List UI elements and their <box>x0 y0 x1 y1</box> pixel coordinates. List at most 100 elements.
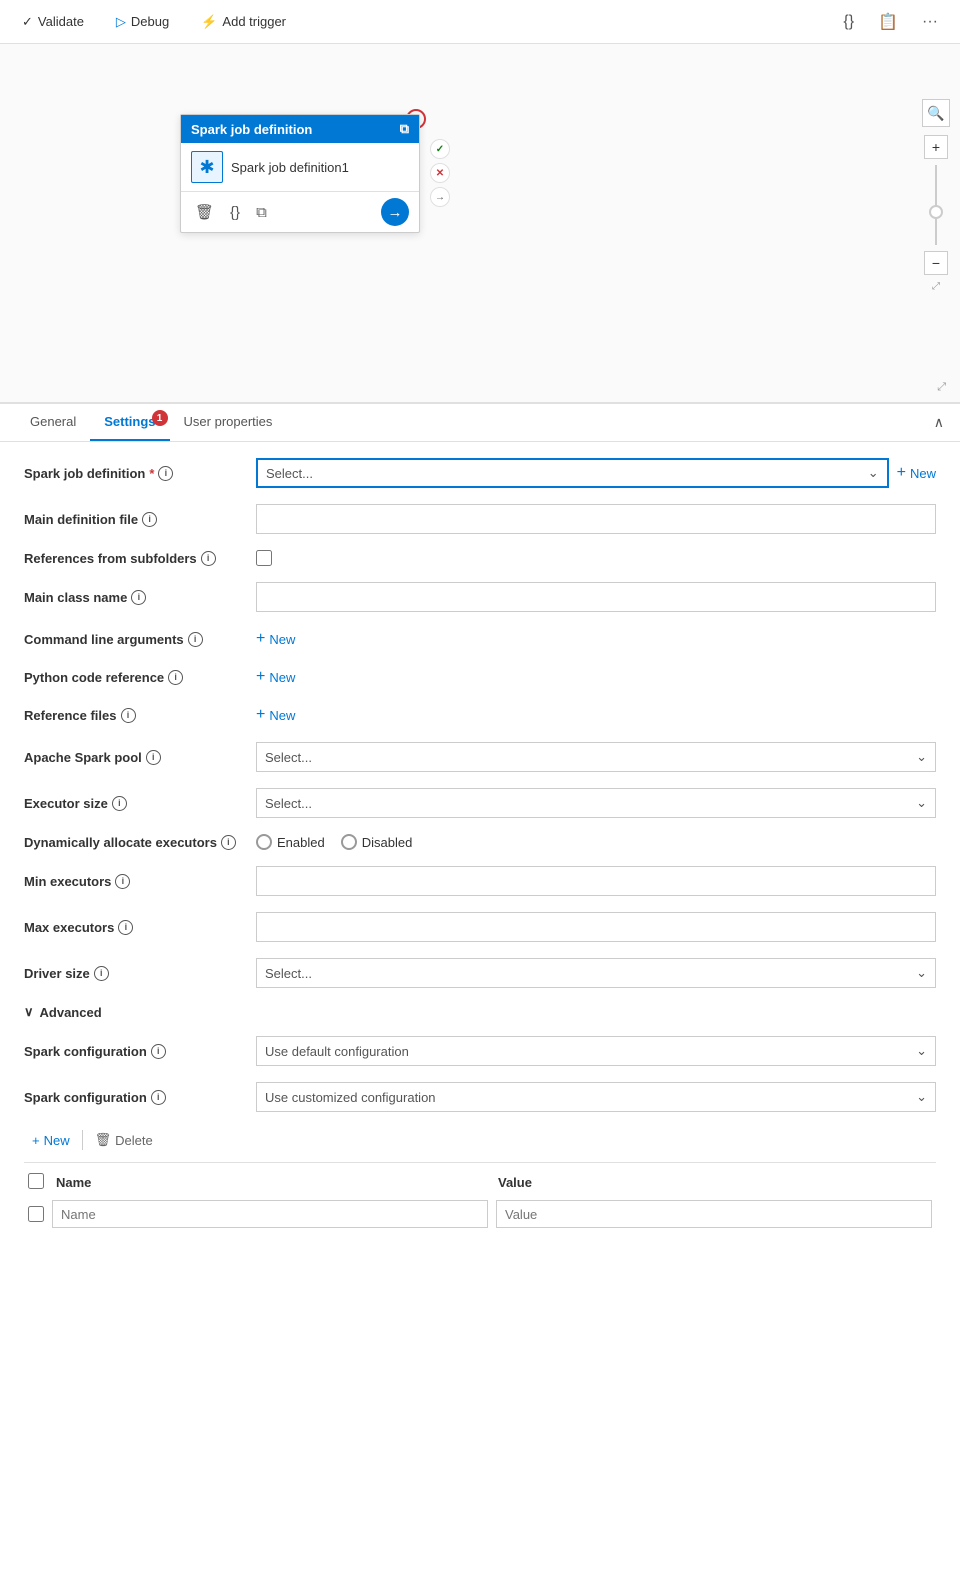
braces-button[interactable]: {} <box>837 9 860 35</box>
main-def-file-label: Main definition file i <box>24 512 244 527</box>
delete-icon: 🗑 <box>95 1132 112 1148</box>
settings-badge: 1 <box>152 410 168 426</box>
apache-spark-pool-label: Apache Spark pool i <box>24 750 244 765</box>
ref-files-info[interactable]: i <box>121 708 136 723</box>
python-code-row: Python code reference i + New <box>24 666 936 688</box>
validate-button[interactable]: ✓ Validate <box>16 10 90 34</box>
executor-size-info[interactable]: i <box>112 796 127 811</box>
advanced-section[interactable]: ∨ Advanced <box>24 1004 936 1020</box>
apache-spark-pool-info[interactable]: i <box>146 750 161 765</box>
spark-job-def-select[interactable]: Select... ⌄ <box>256 458 889 488</box>
table-row <box>24 1200 936 1228</box>
references-row: References from subfolders i <box>24 550 936 566</box>
col-value-header: Value <box>498 1175 932 1190</box>
dynamic-exec-info[interactable]: i <box>221 835 236 850</box>
resize-icon: ⤢ <box>932 281 940 292</box>
apache-spark-pool-control: Select... ⌄ <box>256 742 936 772</box>
row-name-input[interactable] <box>52 1200 488 1228</box>
plus-icon-python: + <box>256 668 265 686</box>
table-delete-label: Delete <box>115 1133 153 1148</box>
min-exec-info[interactable]: i <box>115 874 130 889</box>
node-delete-button[interactable]: 🗑 <box>191 201 218 223</box>
node-copy-button[interactable]: ⧉ <box>252 202 271 223</box>
row-value-input[interactable] <box>496 1200 932 1228</box>
executor-size-select[interactable]: Select... ⌄ <box>256 788 936 818</box>
add-trigger-label: Add trigger <box>222 14 286 29</box>
enabled-radio-label[interactable]: Enabled <box>256 834 325 850</box>
tab-general[interactable]: General <box>16 404 90 441</box>
ref-files-label: Reference files i <box>24 708 244 723</box>
zoom-in-button[interactable]: + <box>924 135 948 159</box>
spark-config2-label: Spark configuration i <box>24 1090 244 1105</box>
spark-job-node[interactable]: Spark job definition ⧉ ✱ Spark job defin… <box>180 114 420 233</box>
plus-icon: + <box>897 464 906 482</box>
dynamic-exec-label: Dynamically allocate executors i <box>24 835 244 850</box>
enabled-radio[interactable] <box>256 834 272 850</box>
min-executors-input[interactable] <box>256 866 936 896</box>
toolbar-right: {} 📋 ··· <box>837 8 944 36</box>
table-toolbar-divider <box>82 1130 83 1150</box>
main-class-input[interactable] <box>256 582 936 612</box>
main-class-control <box>256 582 936 612</box>
main-class-label: Main class name i <box>24 590 244 605</box>
more-button[interactable]: ··· <box>916 9 944 35</box>
node-header-icon: ⧉ <box>400 121 409 137</box>
canvas-resize-handle[interactable]: ⤢ <box>937 381 946 394</box>
tab-user-properties[interactable]: User properties <box>170 404 287 441</box>
disabled-radio-label[interactable]: Disabled <box>341 834 413 850</box>
status-x: ✕ <box>430 163 450 183</box>
spark-config2-select[interactable]: Use customized configuration ⌄ <box>256 1082 936 1112</box>
cmd-args-new-button[interactable]: + New <box>256 628 295 650</box>
max-exec-info[interactable]: i <box>118 920 133 935</box>
spark-config1-select[interactable]: Use default configuration ⌄ <box>256 1036 936 1066</box>
max-executors-control <box>256 912 936 942</box>
disabled-radio[interactable] <box>341 834 357 850</box>
main-def-file-info[interactable]: i <box>142 512 157 527</box>
spark-job-def-new-button[interactable]: + New <box>897 462 936 484</box>
tab-settings-label: Settings <box>104 414 155 429</box>
main-def-file-input[interactable] <box>256 504 936 534</box>
row-checkbox[interactable] <box>28 1206 44 1222</box>
spark-job-def-info[interactable]: i <box>158 466 173 481</box>
python-code-info[interactable]: i <box>168 670 183 685</box>
python-code-control: + New <box>256 666 936 688</box>
node-subtitle: Spark job definition1 <box>231 160 349 175</box>
header-check <box>28 1173 48 1192</box>
spark-config1-row: Spark configuration i Use default config… <box>24 1036 936 1066</box>
executor-size-placeholder: Select... <box>265 796 312 811</box>
apache-spark-pool-select[interactable]: Select... ⌄ <box>256 742 936 772</box>
max-executors-row: Max executors i <box>24 912 936 942</box>
node-go-button[interactable]: → <box>381 198 409 226</box>
tab-settings[interactable]: Settings 1 <box>90 404 169 441</box>
node-title: Spark job definition <box>191 122 312 137</box>
plus-icon-cmd: + <box>256 630 265 648</box>
collapse-button[interactable]: ∧ <box>934 414 944 431</box>
validate-icon: ✓ <box>22 14 33 30</box>
python-code-new-button[interactable]: + New <box>256 666 295 688</box>
add-trigger-button[interactable]: ⚡ Add trigger <box>195 10 292 34</box>
search-button[interactable]: 🔍 <box>922 99 950 127</box>
references-info[interactable]: i <box>201 551 216 566</box>
zoom-handle[interactable] <box>929 205 943 219</box>
ref-files-control: + New <box>256 704 936 726</box>
max-executors-input[interactable] <box>256 912 936 942</box>
new-label: New <box>910 466 936 481</box>
node-braces-button[interactable]: {} <box>226 202 244 223</box>
debug-button[interactable]: ▷ Debug <box>110 10 175 34</box>
table-new-button[interactable]: + New <box>24 1129 78 1152</box>
driver-size-select[interactable]: Select... ⌄ <box>256 958 936 988</box>
select-all-checkbox[interactable] <box>28 1173 44 1189</box>
table-delete-button[interactable]: 🗑 Delete <box>87 1128 161 1152</box>
dynamic-exec-row: Dynamically allocate executors i Enabled… <box>24 834 936 850</box>
ref-files-new-button[interactable]: + New <box>256 704 295 726</box>
monitor-button[interactable]: 📋 <box>872 8 904 36</box>
main-class-info[interactable]: i <box>131 590 146 605</box>
spark-config1-info[interactable]: i <box>151 1044 166 1059</box>
cmd-args-info[interactable]: i <box>188 632 203 647</box>
toolbar: ✓ Validate ▷ Debug ⚡ Add trigger {} 📋 ··… <box>0 0 960 44</box>
references-checkbox[interactable] <box>256 550 272 566</box>
col-name-header: Name <box>56 1175 490 1190</box>
zoom-out-button[interactable]: − <box>924 251 948 275</box>
driver-size-info[interactable]: i <box>94 966 109 981</box>
spark-config2-info[interactable]: i <box>151 1090 166 1105</box>
